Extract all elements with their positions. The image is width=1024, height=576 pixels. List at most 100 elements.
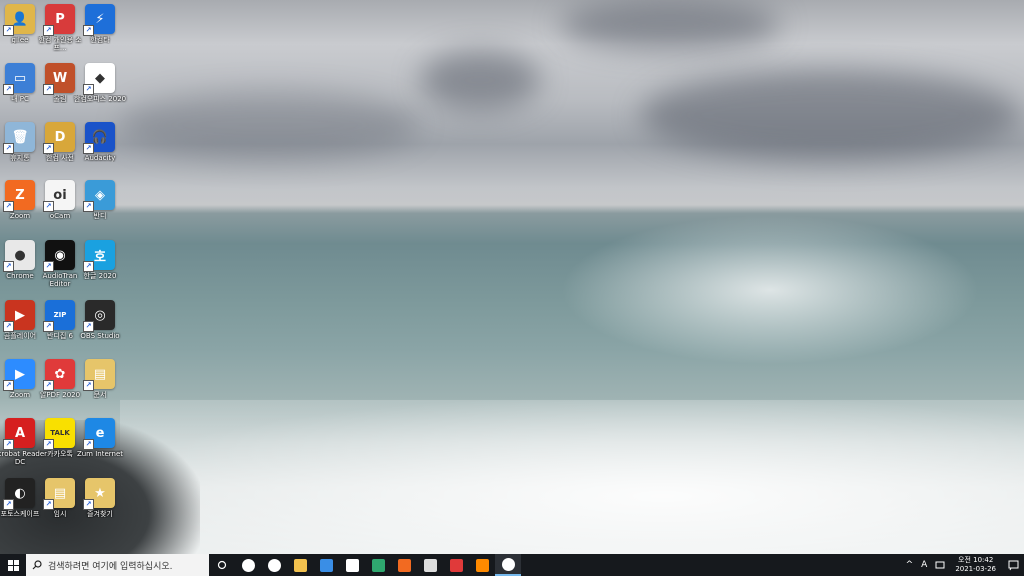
desktop-wallpaper <box>0 0 1024 554</box>
desktop-icon[interactable]: ▤ ↗ 문서 <box>80 359 120 415</box>
app-glyph: ● <box>14 247 26 263</box>
notification-center-button[interactable] <box>1002 554 1024 576</box>
cloud <box>120 90 420 160</box>
taskbar-app-firefox[interactable] <box>469 554 495 576</box>
app-glyph: W <box>52 70 68 86</box>
edge-icon <box>371 558 385 572</box>
start-button[interactable] <box>0 554 26 576</box>
shortcut-arrow-icon: ↗ <box>43 380 54 391</box>
desktop-icon-label: OBS Studio <box>80 332 120 340</box>
clock[interactable]: 오전 10:42 2021-03-26 <box>949 556 1002 574</box>
zoom-z-icon <box>397 558 411 572</box>
input-method-indicator[interactable]: A <box>917 560 931 570</box>
desktop-icon[interactable]: ◆ ↗ 한컴오피스 2020 <box>74 63 126 119</box>
shortcut-arrow-icon: ↗ <box>83 321 94 332</box>
app-glyph: ▶ <box>15 307 25 323</box>
desktop-icon[interactable]: P ↗ 한컴 개인용 소프... <box>38 4 82 60</box>
app-glyph: ◉ <box>54 247 66 263</box>
desktop-icon[interactable]: ZIP ↗ 반디집 6 <box>40 300 80 356</box>
shortcut-arrow-icon: ↗ <box>3 143 14 154</box>
shortcut-arrow-icon: ↗ <box>3 25 14 36</box>
desktop-icon[interactable]: ⚡ ↗ 한컴타 <box>80 4 120 60</box>
app-icon: ▤ ↗ <box>83 359 115 391</box>
desktop-icon[interactable]: 🗑 ↗ 휴지통 <box>0 122 40 178</box>
cortana-button[interactable] <box>209 554 235 576</box>
taskbar-pinned-apps <box>235 554 521 576</box>
desktop-icon[interactable]: ◎ ↗ OBS Studio <box>80 300 120 356</box>
sea-glare <box>560 215 980 365</box>
shortcut-arrow-icon: ↗ <box>3 499 14 510</box>
desktop-icon-label: 반디 <box>93 212 107 220</box>
desktop-icon[interactable]: D ↗ 한컴 사전 <box>40 122 80 178</box>
app-icon: 🗑 ↗ <box>3 122 35 154</box>
shortcut-arrow-icon: ↗ <box>43 321 54 332</box>
desktop-icon[interactable]: ◉ ↗ AudioTran Editor <box>40 240 80 296</box>
app-glyph: ⚡ <box>95 11 105 27</box>
desktop-icon[interactable]: ▶ ↗ Zoom <box>0 359 40 415</box>
desktop-icon[interactable]: ◐ ↗ 포토스케이프 <box>0 478 40 534</box>
taskbar-app-store[interactable] <box>339 554 365 576</box>
desktop-icon[interactable]: Z ↗ Zoom <box>0 180 40 236</box>
app-glyph: ◐ <box>14 485 26 501</box>
keyboard-icon[interactable] <box>935 560 945 570</box>
app-icon: 👤 ↗ <box>3 4 35 36</box>
app-icon: P ↗ <box>43 4 75 36</box>
taskbar-app-capture[interactable] <box>443 554 469 576</box>
app-icon: oi ↗ <box>43 180 75 212</box>
desktop-icon[interactable]: 호 ↗ 한글 2020 <box>80 240 120 296</box>
desktop-icon[interactable]: ✿ ↗ 알PDF 2020 <box>40 359 80 415</box>
app-icon: e ↗ <box>83 418 115 450</box>
desktop-icon[interactable]: TALK ↗ 카카오톡 <box>40 418 80 474</box>
app-icon: ▤ ↗ <box>43 478 75 510</box>
desktop-icon[interactable]: ▤ ↗ 임시 <box>40 478 80 534</box>
shortcut-arrow-icon: ↗ <box>43 84 54 95</box>
shortcut-arrow-icon: ↗ <box>83 201 94 212</box>
app-icon: ◎ ↗ <box>83 300 115 332</box>
desktop-icon[interactable]: e ↗ Zum Internet <box>77 418 123 474</box>
shortcut-arrow-icon: ↗ <box>43 439 54 450</box>
app-icon: ◐ ↗ <box>3 478 35 510</box>
app-icon: 호 ↗ <box>83 240 115 272</box>
taskbar-search-box[interactable]: 검색하려면 여기에 입력하십시오. <box>26 554 209 576</box>
desktop-icon[interactable]: ▭ ↗ 내 PC <box>0 63 40 119</box>
search-placeholder: 검색하려면 여기에 입력하십시오. <box>48 561 173 572</box>
app-icon: ● ↗ <box>3 240 35 272</box>
taskbar-app-file-explorer[interactable] <box>287 554 313 576</box>
taskbar-app-settings[interactable] <box>495 554 521 576</box>
app-icon: ▶ ↗ <box>3 300 35 332</box>
taskbar-app-media-player[interactable] <box>261 554 287 576</box>
desktop-icon-label: Audacity <box>84 154 116 162</box>
app-glyph: ◈ <box>95 187 105 203</box>
cloud <box>560 0 780 50</box>
desktop-icon[interactable]: ◈ ↗ 반디 <box>80 180 120 236</box>
desktop-icon-label: 즐겨찾기 <box>87 510 113 518</box>
shortcut-arrow-icon: ↗ <box>83 143 94 154</box>
mail-icon <box>319 558 333 572</box>
taskbar-app-task-view[interactable] <box>235 554 261 576</box>
task-view-icon <box>241 558 255 572</box>
shortcut-arrow-icon: ↗ <box>83 380 94 391</box>
desktop-icon[interactable]: W ↗ 울림 <box>40 63 80 119</box>
app-icon: ★ ↗ <box>83 478 115 510</box>
clock-time: 오전 10:42 <box>958 556 994 564</box>
taskbar-app-edge[interactable] <box>365 554 391 576</box>
taskbar: 검색하려면 여기에 입력하십시오. ^ A 오전 10:42 2021-03-2… <box>0 554 1024 576</box>
app-glyph: ▤ <box>93 366 107 382</box>
shortcut-arrow-icon: ↗ <box>3 439 14 450</box>
taskbar-app-mail[interactable] <box>313 554 339 576</box>
app-icon: ◉ ↗ <box>43 240 75 272</box>
tray-chevron-icon[interactable]: ^ <box>902 560 918 570</box>
desktop-icon[interactable]: A↗Acrobat Reader DC <box>0 418 47 474</box>
desktop-icon[interactable]: 🎧 ↗ Audacity <box>80 122 120 178</box>
app-glyph: 🎧 <box>91 129 109 145</box>
taskbar-app-zoom-z[interactable] <box>391 554 417 576</box>
app-icon: ▭ ↗ <box>3 63 35 95</box>
cloud <box>420 50 540 110</box>
media-player-icon <box>267 558 281 572</box>
shortcut-arrow-icon: ↗ <box>43 261 54 272</box>
app-glyph: 🗑 <box>11 129 29 145</box>
desktop-icon[interactable]: ★ ↗ 즐겨찾기 <box>80 478 120 534</box>
desktop-icon[interactable]: oi ↗ oCam <box>40 180 80 236</box>
desktop-icon[interactable]: ▶ ↗ 곰플레이어 <box>0 300 40 356</box>
taskbar-app-movie-maker[interactable] <box>417 554 443 576</box>
